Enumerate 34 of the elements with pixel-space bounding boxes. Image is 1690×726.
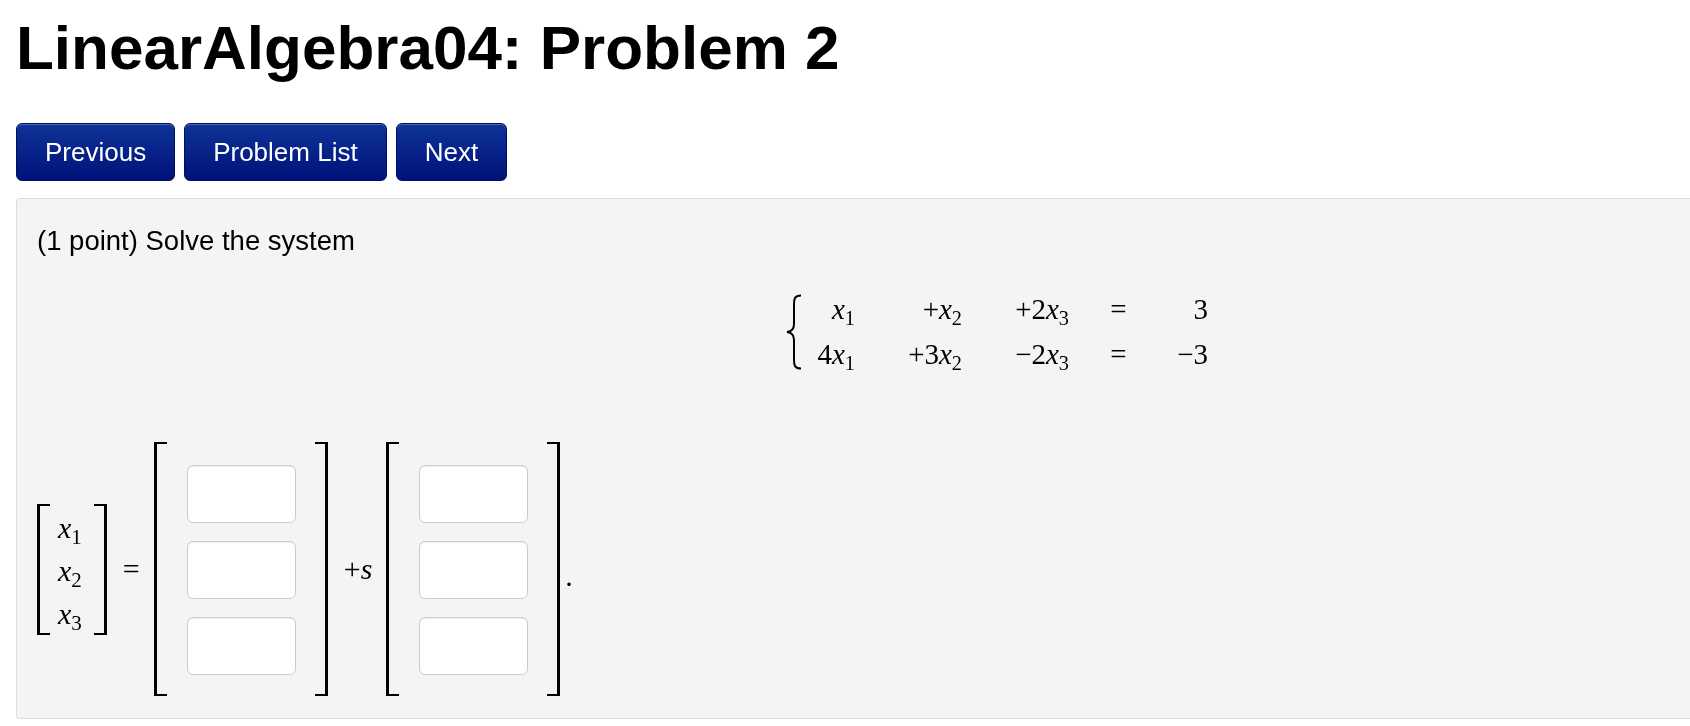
vector-entry: x$_{1}$ (58, 509, 82, 549)
math-operator: = (122, 552, 140, 586)
bracket-icon (37, 503, 50, 635)
equation-term: +2x$_{3}$ (1015, 292, 1069, 332)
vector-entry: x$_{2}$ (58, 552, 82, 592)
nav-button[interactable]: Previous (16, 123, 176, 181)
vector-entry: x$_{3}$ (58, 595, 82, 635)
math-punctuation: . (565, 558, 573, 593)
page-title: LinearAlgebra04: Problem 2 (16, 12, 840, 83)
bracket-icon (314, 442, 328, 696)
equation-term: 3 (1193, 292, 1208, 327)
answer-field[interactable] (186, 465, 296, 523)
bracket-icon (386, 442, 400, 696)
bracket-icon (93, 503, 107, 635)
answer-field[interactable] (186, 541, 296, 599)
equation-term: −2x$_{3}$ (1015, 337, 1069, 377)
equation-term: 4x$_{1}$ (817, 337, 855, 377)
bracket-icon (547, 442, 561, 696)
answer-field[interactable] (419, 541, 529, 599)
equation-term: −3 (1177, 337, 1208, 372)
equation-term: +x$_{2}$ (922, 292, 962, 332)
nav-button[interactable]: Problem List (184, 123, 387, 181)
equation-term: +3x$_{2}$ (908, 337, 962, 377)
equation-term: = (1110, 292, 1127, 327)
answer-field[interactable] (419, 465, 529, 523)
equation-term: = (1110, 337, 1127, 372)
equation-term: x$_{1}$ (832, 292, 855, 332)
answer-field[interactable] (419, 617, 529, 675)
brace-icon (785, 294, 803, 370)
math-operator: +s (343, 552, 373, 586)
nav-button[interactable]: Next (395, 123, 508, 181)
answer-field[interactable] (186, 617, 296, 675)
problem-statement: (1 point) Solve the system (37, 225, 355, 256)
bracket-icon (153, 442, 167, 696)
